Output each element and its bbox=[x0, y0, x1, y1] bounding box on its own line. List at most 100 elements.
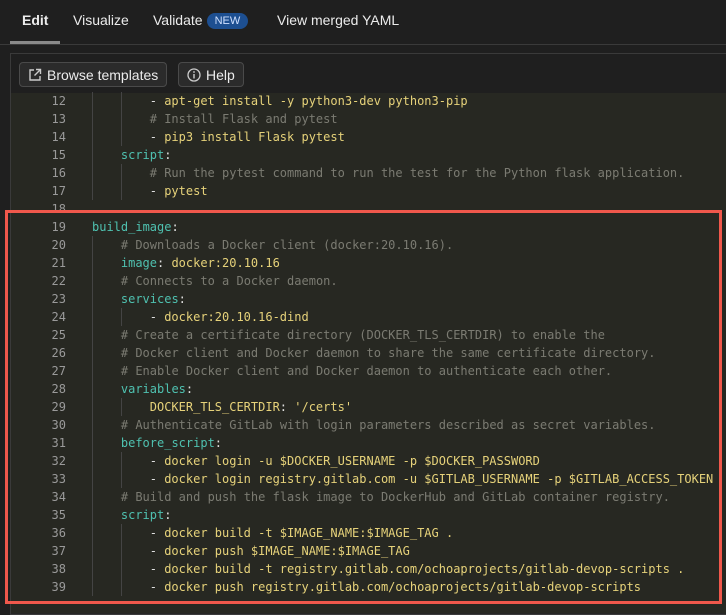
line-number: 23 bbox=[51, 292, 66, 306]
code-line[interactable]: 35 script: bbox=[11, 506, 726, 524]
code-line[interactable]: 27 # Enable Docker client and Docker daem… bbox=[11, 362, 726, 380]
code-line[interactable]: 13 # Install Flask and pytest bbox=[11, 110, 726, 128]
indent-guide bbox=[120, 308, 122, 326]
yaml-punct: - bbox=[149, 94, 165, 108]
code-line[interactable]: 37 - docker push $IMAGE_NAME:$IMAGE_TAG bbox=[11, 542, 726, 560]
indent-guide bbox=[120, 92, 122, 110]
indent-guide bbox=[120, 182, 122, 200]
code-line[interactable]: 16 # Run the pytest command to run the te… bbox=[11, 164, 726, 182]
line-number: 28 bbox=[51, 382, 66, 396]
yaml-punct: - bbox=[149, 454, 165, 468]
indent-guide bbox=[92, 506, 93, 524]
code-line[interactable]: 38 - docker build -t registry.gitlab.com/… bbox=[11, 560, 726, 578]
yaml-punct: - bbox=[149, 544, 165, 558]
tab-visualize[interactable]: Visualize bbox=[73, 12, 129, 28]
code-line[interactable]: 39 - docker push registry.gitlab.com/ocho… bbox=[11, 578, 726, 596]
help-label: Help bbox=[206, 66, 235, 83]
code-text: # Authenticate GitLab with login paramet… bbox=[121, 416, 656, 434]
line-number: 27 bbox=[51, 364, 66, 378]
code-line[interactable]: 32 - docker login -u $DOCKER_USERNAME -p … bbox=[11, 452, 726, 470]
line-number: 33 bbox=[51, 472, 66, 486]
help-button[interactable]: Help bbox=[178, 62, 244, 87]
line-number: 34 bbox=[51, 490, 66, 504]
yaml-value: docker build -t $IMAGE_NAME:$IMAGE_TAG . bbox=[164, 526, 454, 540]
code-text: build_image: bbox=[92, 218, 179, 236]
code-line[interactable]: 17 - pytest bbox=[11, 182, 726, 200]
yaml-punct: : bbox=[185, 382, 194, 396]
browse-templates-button[interactable]: Browse templates bbox=[19, 62, 168, 87]
tab-edit[interactable]: Edit bbox=[22, 12, 48, 28]
code-text: # Create a certificate directory (DOCKER… bbox=[121, 326, 605, 344]
code-text: # Connects to a Docker daemon. bbox=[121, 272, 338, 290]
yaml-comment: # Docker client and Docker daemon to sha… bbox=[120, 346, 656, 360]
code-text: - docker push registry.gitlab.com/ochoap… bbox=[150, 578, 641, 596]
indent-guide bbox=[92, 290, 93, 308]
code-line[interactable]: 14 - pip3 install Flask pytest bbox=[11, 128, 726, 146]
yaml-key: script bbox=[120, 148, 165, 162]
yaml-value: apt-get install -y python3-dev python3-p… bbox=[164, 94, 468, 108]
line-number: 37 bbox=[51, 544, 66, 558]
line-number: 14 bbox=[51, 130, 66, 144]
code-line[interactable]: 24 - docker:20.10.16-dind bbox=[11, 308, 726, 326]
line-number: 16 bbox=[51, 166, 66, 180]
indent-guide bbox=[92, 470, 93, 488]
indent-guide bbox=[120, 128, 122, 146]
yaml-comment: # Build and push the flask image to Dock… bbox=[120, 490, 670, 504]
yaml-value: docker:20.10.16-dind bbox=[164, 310, 309, 324]
code-line[interactable]: 25 # Create a certificate directory (DOCK… bbox=[11, 326, 726, 344]
line-number: 39 bbox=[51, 580, 66, 594]
code-line[interactable]: 34 # Build and push the flask image to Do… bbox=[11, 488, 726, 506]
line-number: 19 bbox=[51, 220, 66, 234]
code-text: image: docker:20.10.16 bbox=[121, 254, 280, 272]
code-line[interactable]: 30 # Authenticate GitLab with login param… bbox=[11, 416, 726, 434]
line-number: 29 bbox=[51, 400, 66, 414]
code-line[interactable]: 15 script: bbox=[11, 146, 726, 164]
code-line[interactable]: 26 # Docker client and Docker daemon to s… bbox=[11, 344, 726, 362]
indent-guide bbox=[92, 308, 93, 326]
editor-toolbar: Browse templates Help bbox=[11, 54, 726, 95]
code-line[interactable]: 18 bbox=[11, 200, 726, 218]
code-line[interactable]: 36 - docker build -t $IMAGE_NAME:$IMAGE_T… bbox=[11, 524, 726, 542]
code-text: - docker build -t registry.gitlab.com/oc… bbox=[150, 560, 685, 578]
tab-bar: Edit Visualize Validate NEW View merged Y… bbox=[0, 0, 726, 45]
indent-guide bbox=[92, 434, 93, 452]
yaml-key: build_image bbox=[92, 220, 172, 234]
indent-guide bbox=[92, 254, 93, 272]
indent-guide bbox=[120, 398, 122, 416]
code-line[interactable]: 19 build_image: bbox=[11, 218, 726, 236]
yaml-punct: : bbox=[157, 256, 172, 270]
yaml-value: pytest bbox=[164, 184, 208, 198]
code-line[interactable]: 23 services: bbox=[11, 290, 726, 308]
yaml-punct: - bbox=[149, 580, 165, 594]
line-number: 35 bbox=[51, 508, 66, 522]
indent-guide bbox=[92, 524, 93, 542]
indent-guide bbox=[92, 398, 93, 416]
code-text: # Enable Docker client and Docker daemon… bbox=[121, 362, 612, 380]
line-number: 25 bbox=[51, 328, 66, 342]
code-line[interactable]: 29 DOCKER_TLS_CERTDIR: '/certs' bbox=[11, 398, 726, 416]
code-text: - docker build -t $IMAGE_NAME:$IMAGE_TAG… bbox=[150, 524, 453, 542]
code-text: # Install Flask and pytest bbox=[150, 110, 338, 128]
indent-guide bbox=[92, 452, 93, 470]
code-editor[interactable]: 12 - apt-get install -y python3-dev pytho… bbox=[11, 92, 726, 613]
code-line[interactable]: 31 before_script: bbox=[11, 434, 726, 452]
browse-templates-label: Browse templates bbox=[47, 66, 159, 83]
line-number: 31 bbox=[51, 436, 66, 450]
code-text: variables: bbox=[121, 380, 193, 398]
code-line[interactable]: 12 - apt-get install -y python3-dev pytho… bbox=[11, 92, 726, 110]
yaml-value: DOCKER_TLS_CERTDIR bbox=[149, 400, 280, 414]
yaml-punct: : bbox=[164, 508, 172, 522]
yaml-comment: # Connects to a Docker daemon. bbox=[120, 274, 338, 288]
code-line[interactable]: 21 image: docker:20.10.16 bbox=[11, 254, 726, 272]
code-line[interactable]: 33 - docker login registry.gitlab.com -u … bbox=[11, 470, 726, 488]
code-line[interactable]: 22 # Connects to a Docker daemon. bbox=[11, 272, 726, 290]
yaml-value: docker push $IMAGE_NAME:$IMAGE_TAG bbox=[164, 544, 410, 558]
active-tab-indicator bbox=[10, 41, 60, 44]
code-line[interactable]: 20 # Downloads a Docker client (docker:20… bbox=[11, 236, 726, 254]
code-line[interactable]: 28 variables: bbox=[11, 380, 726, 398]
tab-view-merged-yaml[interactable]: View merged YAML bbox=[277, 12, 399, 28]
tab-validate[interactable]: Validate NEW bbox=[153, 12, 249, 29]
indent-guide bbox=[92, 326, 93, 344]
line-number: 20 bbox=[51, 238, 66, 252]
yaml-value: docker login registry.gitlab.com -u $GIT… bbox=[164, 472, 714, 486]
